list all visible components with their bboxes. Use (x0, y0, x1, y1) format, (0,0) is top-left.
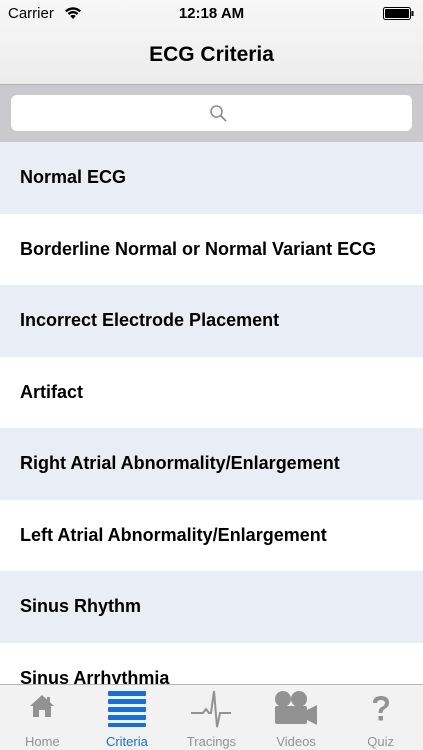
navigation-bar: Carrier 12:18 AM ECG Criteria (0, 0, 423, 85)
list-item-label: Sinus Arrhythmia (20, 667, 170, 684)
question-mark-icon (372, 696, 389, 721)
list-item[interactable]: Incorrect Electrode Placement (0, 285, 423, 357)
status-bar: Carrier 12:18 AM (0, 0, 423, 28)
list-item-label: Normal ECG (20, 167, 127, 188)
tab-label: Videos (276, 734, 316, 749)
list-item[interactable]: Normal ECG (0, 142, 423, 214)
home-icon (30, 695, 55, 717)
list-item[interactable]: Artifact (0, 356, 423, 428)
criteria-list: Normal ECG Borderline Normal or Normal V… (0, 142, 423, 684)
tab-label: Tracings (186, 734, 237, 749)
list-icon (107, 691, 146, 727)
list-item-label: Borderline Normal or Normal Variant ECG (20, 238, 377, 259)
tab-videos[interactable]: Videos (254, 685, 339, 750)
list-item-label: Left Atrial Abnormality/Enlargement (20, 524, 327, 545)
search-input[interactable] (11, 95, 412, 131)
list-item[interactable]: Sinus Rhythm (0, 571, 423, 643)
list-item-label: Sinus Rhythm (20, 596, 142, 617)
tab-quiz[interactable]: Quiz (338, 685, 423, 750)
list-item-label: Right Atrial Abnormality/Enlargement (20, 453, 340, 474)
search-icon (210, 105, 227, 122)
ecg-tracing-icon (191, 690, 232, 728)
tab-label: Quiz (367, 734, 395, 749)
search-bar (0, 85, 423, 142)
tab-criteria[interactable]: Criteria (85, 685, 170, 750)
list-item-label: Artifact (20, 381, 84, 402)
video-camera-icon (275, 691, 318, 725)
tab-label: Home (24, 734, 60, 749)
battery-icon (383, 7, 414, 20)
list-item-label: Incorrect Electrode Placement (20, 310, 280, 331)
list-item[interactable]: Right Atrial Abnormality/Enlargement (0, 428, 423, 500)
tab-home[interactable]: Home (0, 685, 85, 750)
list-item[interactable]: Left Atrial Abnormality/Enlargement (0, 499, 423, 571)
status-time: 12:18 AM (178, 5, 245, 22)
tab-tracings[interactable]: Tracings (169, 685, 254, 750)
list-item[interactable]: Sinus Arrhythmia (0, 642, 423, 684)
tab-label: Criteria (105, 734, 148, 749)
tab-bar: Home Criteria Tracings Videos Quiz (0, 684, 423, 750)
list-item[interactable]: Borderline Normal or Normal Variant ECG (0, 213, 423, 285)
page-title: ECG Criteria (149, 43, 274, 66)
